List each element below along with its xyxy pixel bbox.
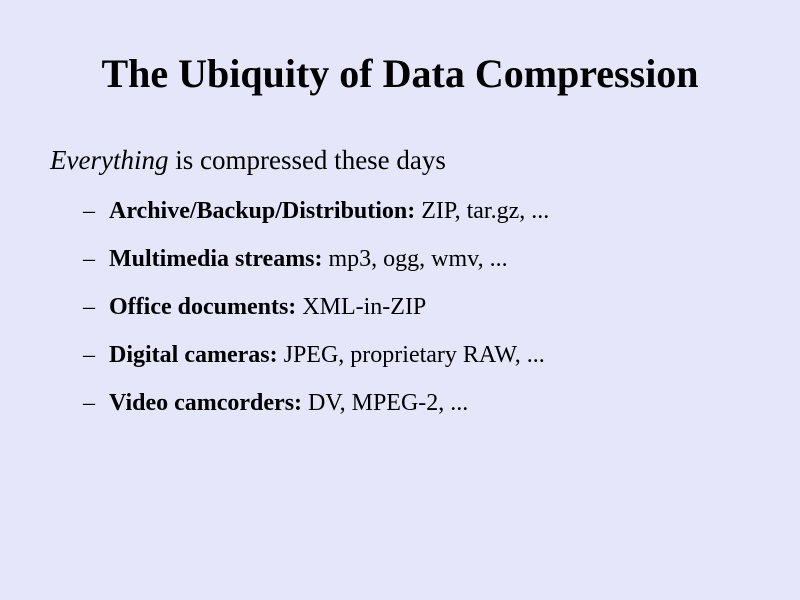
- item-text: ZIP, tar.gz, ...: [415, 198, 550, 224]
- lead-emphasis: Everything: [50, 145, 169, 175]
- item-text: mp3, ogg, wmv, ...: [322, 246, 508, 272]
- list-item: – Video camcorders: DV, MPEG-2, ...: [83, 388, 549, 436]
- item-label: Archive/Backup/Distribution:: [109, 198, 416, 224]
- slide-title: The Ubiquity of Data Compression: [101, 51, 699, 96]
- lead-sentence: Everything is compressed these days: [50, 143, 446, 177]
- item-text: DV, MPEG-2, ...: [302, 390, 469, 416]
- list-item: – Archive/Backup/Distribution: ZIP, tar.g…: [83, 196, 549, 244]
- bullet-list: – Archive/Backup/Distribution: ZIP, tar.g…: [83, 196, 549, 436]
- slide: The Ubiquity of Data Compression Everyth…: [0, 0, 800, 600]
- item-text: JPEG, proprietary RAW, ...: [277, 342, 545, 368]
- bullet-dash: –: [83, 390, 95, 416]
- lead-text: is compressed these days: [168, 145, 446, 175]
- item-label: Digital cameras:: [109, 342, 278, 368]
- list-item: – Digital cameras: JPEG, proprietary RAW,…: [83, 340, 549, 388]
- list-item: – Office documents: XML-in-ZIP: [83, 292, 549, 340]
- bullet-dash: –: [83, 294, 95, 320]
- bullet-dash: –: [83, 246, 95, 272]
- bullet-dash: –: [83, 342, 95, 368]
- list-item: – Multimedia streams: mp3, ogg, wmv, ...: [83, 244, 549, 292]
- bullet-dash: –: [83, 198, 95, 224]
- item-text: XML-in-ZIP: [296, 294, 427, 320]
- item-label: Video camcorders:: [109, 390, 303, 416]
- item-label: Multimedia streams:: [109, 246, 323, 272]
- item-label: Office documents:: [109, 294, 297, 320]
